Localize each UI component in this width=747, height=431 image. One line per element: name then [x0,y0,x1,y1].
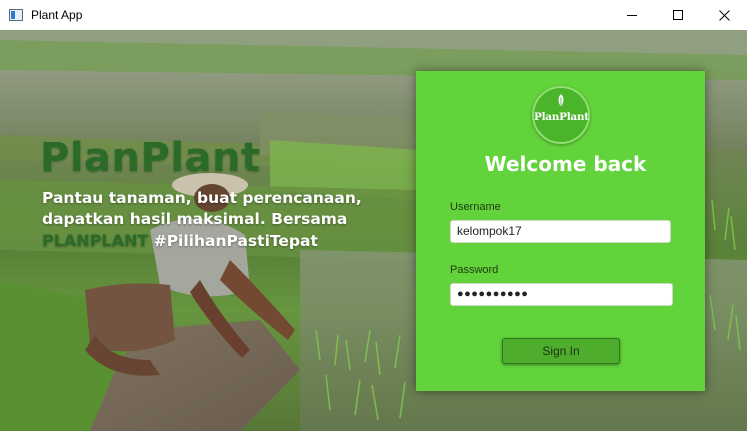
app-window-icon [9,9,23,21]
tagline-line-1: Pantau tanaman, buat perencanaan, [42,189,362,207]
window-title: Plant App [31,8,83,22]
logo: PlanPlant [532,86,590,144]
logo-text: PlanPlant [534,111,589,123]
tagline-hashtag: #PilihanPastiTepat [148,232,318,250]
leaf-icon [558,94,564,107]
username-label: Username [450,201,501,213]
maximize-button[interactable] [655,0,701,30]
welcome-heading: Welcome back [484,152,647,176]
tagline: Pantau tanaman, buat perencanaan, dapatk… [42,188,372,252]
login-panel: PlanPlant Welcome back Username kelompok… [416,71,705,391]
password-input[interactable]: ●●●●●●●●●● [450,283,673,306]
close-button[interactable] [701,0,747,30]
tagline-brand: PLANPLANT [42,231,149,250]
sign-in-button[interactable]: Sign In [502,338,620,364]
username-input[interactable]: kelompok17 [450,220,671,243]
tagline-line-2: dapatkan hasil maksimal. Bersama [42,210,348,228]
close-icon [719,10,730,21]
minimize-button[interactable] [609,0,655,30]
brand-title: PlanPlant [40,135,261,181]
tagline-line-3: PLANPLANT #PilihanPastiTepat [42,230,372,252]
window-controls [609,0,747,30]
app-window: Plant App PlanPlant Pantau tanaman, buat… [0,0,747,431]
title-bar: Plant App [0,0,747,30]
password-label: Password [450,264,499,276]
